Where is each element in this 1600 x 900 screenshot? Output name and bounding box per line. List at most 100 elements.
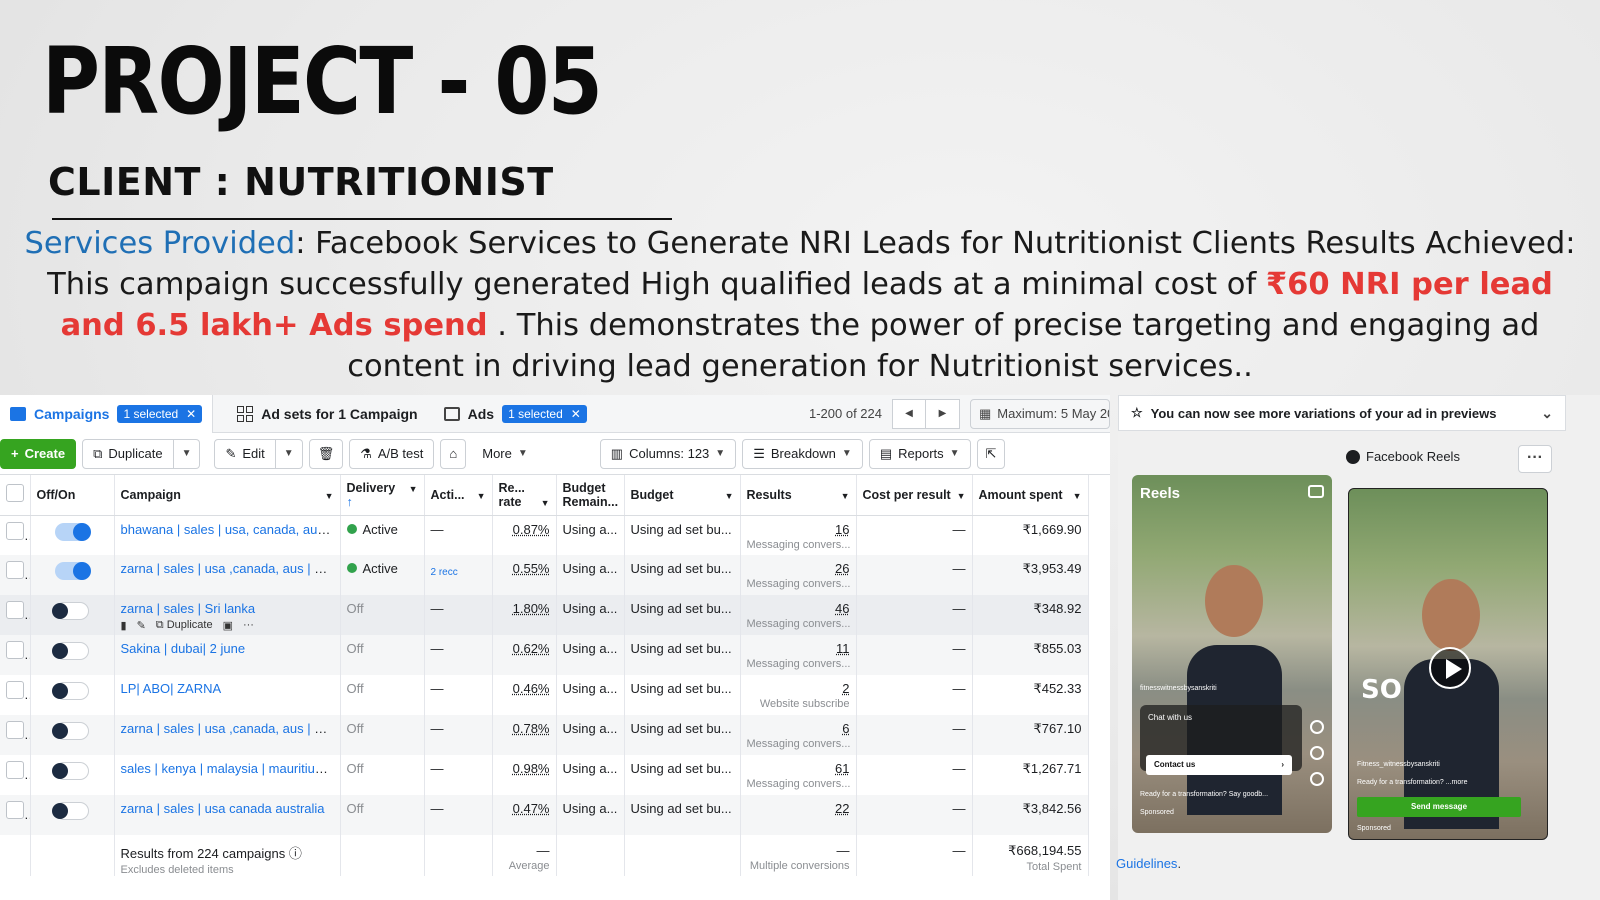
duplicate-button[interactable]: ⧉ Duplicate <box>82 438 174 469</box>
delivery-cell: Active <box>340 515 425 555</box>
campaign-name-link[interactable]: bhawana | sales | usa, canada, austr... <box>121 522 340 537</box>
row-checkbox[interactable] <box>0 755 31 795</box>
campaign-name-link[interactable]: zarna | sales | usa ,canada, aus | 27 ..… <box>121 721 340 736</box>
col-rate[interactable]: Re... rate ▼ <box>492 475 557 516</box>
col-results[interactable]: Results ▼ <box>740 475 857 516</box>
amount-cell: ₹855.03 <box>972 635 1089 675</box>
send-message-button[interactable]: Send message <box>1357 797 1521 817</box>
col-results-label: Results <box>746 487 792 502</box>
next-page-button[interactable]: ▶ <box>926 398 960 429</box>
tag-button[interactable]: ⌂ <box>440 438 467 469</box>
budget-remaining-cell: Using a... <box>556 635 625 675</box>
duplicate-dropdown[interactable]: ▼ <box>173 438 201 469</box>
campaign-toggle[interactable] <box>55 562 91 580</box>
table-row[interactable]: zarna | sales | Sri lanka ▮ ✎ ⧉ Duplicate ▣ ·… <box>0 595 1089 635</box>
ad-preview-panel: ☆ You can now see more variations of you… <box>1116 395 1600 900</box>
contact-us-button[interactable]: Contact us › <box>1146 755 1292 775</box>
col-amount-spent[interactable]: Amount spent ▼ <box>972 475 1089 516</box>
chevron-down-icon: ▼ <box>324 490 334 501</box>
col-budget-remaining[interactable]: Budget Remain... <box>556 475 625 516</box>
info-icon[interactable]: ⓘ <box>289 846 302 861</box>
selected-badge[interactable]: 1 selected ✕ <box>117 404 203 423</box>
table-row[interactable]: LP| ABO| ZARNA Off — 0.46% Using a... Us… <box>0 675 1089 715</box>
row-checkbox[interactable] <box>0 555 31 595</box>
row-checkbox[interactable] <box>0 515 31 555</box>
edit-dropdown[interactable]: ▼ <box>275 438 303 469</box>
campaign-name-link[interactable]: Sakina | dubai| 2 june <box>121 641 246 656</box>
table-row[interactable]: zarna | sales | usa canada australia Off… <box>0 795 1089 835</box>
campaign-name-link[interactable]: zarna | sales | usa canada australia <box>121 801 325 816</box>
row-checkbox[interactable] <box>0 675 31 715</box>
date-range-button[interactable]: ▦ Maximum: 5 May 20 <box>970 398 1110 429</box>
reels-preview-1[interactable]: Reels fitnesswitnessbysanskriti Chat wit… <box>1132 475 1332 833</box>
camera-icon <box>1308 485 1324 498</box>
ab-test-button[interactable]: ⚗ A/B test <box>349 438 435 469</box>
copy-icon: ⧉ <box>93 445 103 461</box>
col-amount-label: Amount spent <box>978 487 1063 502</box>
prev-page-button[interactable]: ◀ <box>892 398 926 429</box>
close-icon[interactable]: ✕ <box>186 407 196 421</box>
table-row[interactable]: sales | kenya | malaysia | mauritius| 2.… <box>0 755 1089 795</box>
edit-button[interactable]: ✎ Edit <box>214 438 276 469</box>
col-actions[interactable]: Acti... ▼ <box>424 475 493 516</box>
campaign-name-link[interactable]: zarna | sales | usa ,canada, aus | 27 ..… <box>121 561 340 576</box>
row-checkbox[interactable] <box>0 635 31 675</box>
select-all-checkbox[interactable] <box>0 475 31 516</box>
reels-preview-2[interactable]: SO Fitness_witnessbysanskriti Ready for … <box>1348 488 1548 840</box>
rate-value: 0.62% <box>512 641 550 656</box>
col-off-on[interactable]: Off/On <box>30 475 115 516</box>
create-button[interactable]: + Create <box>0 438 77 469</box>
campaign-toggle[interactable] <box>52 642 89 660</box>
more-button[interactable]: More ▼ <box>472 438 538 469</box>
columns-button[interactable]: ▥ Columns: 123 ▼ <box>599 438 737 469</box>
col-delivery[interactable]: Delivery ▼ ↑ <box>340 475 425 516</box>
tab-campaigns[interactable]: Campaigns 1 selected ✕ <box>0 394 214 433</box>
chart-icon[interactable]: ▮ <box>121 619 127 632</box>
col-campaign[interactable]: Campaign ▼ <box>114 475 341 516</box>
reports-button[interactable]: ▤ Reports ▼ <box>868 438 971 469</box>
campaign-toggle[interactable] <box>52 602 89 620</box>
recommendations-link[interactable]: 2 recc <box>431 567 486 578</box>
campaign-cell: sales | kenya | malaysia | mauritius| 2.… <box>114 755 341 795</box>
campaign-name-link[interactable]: zarna | sales | Sri lanka <box>121 601 256 616</box>
table-row[interactable]: Sakina | dubai| 2 june Off — 0.62% Using… <box>0 635 1089 675</box>
delete-button[interactable]: 🗑 <box>308 438 344 469</box>
chevron-down-icon[interactable]: ⌄ <box>1541 405 1553 422</box>
col-cost-per-result[interactable]: Cost per result ▼ <box>856 475 973 516</box>
table-row[interactable]: zarna | sales | usa ,canada, aus | 27 ..… <box>0 715 1089 755</box>
toggle-cell <box>30 755 115 795</box>
campaign-name-link[interactable]: sales | kenya | malaysia | mauritius| 2.… <box>121 761 340 776</box>
duplicate-row-button[interactable]: ⧉ Duplicate <box>156 619 213 632</box>
campaign-toggle[interactable] <box>52 722 89 740</box>
row-checkbox[interactable] <box>0 795 31 835</box>
table-row[interactable]: zarna | sales | usa ,canada, aus | 27 ..… <box>0 555 1089 595</box>
cpr-cell: — <box>856 715 973 755</box>
export-icon: ⇱ <box>985 445 997 461</box>
guidelines-link[interactable]: Guidelines. <box>1116 856 1181 871</box>
tab-ads[interactable]: Ads 1 selected ✕ <box>434 395 597 433</box>
row-checkbox[interactable] <box>0 595 31 635</box>
preview-notice[interactable]: ☆ You can now see more variations of you… <box>1118 395 1566 431</box>
campaign-name-link[interactable]: LP| ABO| ZARNA <box>121 681 222 696</box>
selected-badge[interactable]: 1 selected ✕ <box>502 404 587 423</box>
image-icon[interactable]: ▣ <box>223 619 233 632</box>
campaign-toggle[interactable] <box>52 802 89 820</box>
campaign-toggle[interactable] <box>52 762 89 780</box>
sponsored-label: Sponsored <box>1357 825 1391 832</box>
row-checkbox[interactable] <box>0 715 31 755</box>
campaign-toggle[interactable] <box>55 522 91 541</box>
breakdown-button[interactable]: ☰ Breakdown ▼ <box>742 438 863 469</box>
close-icon[interactable]: ✕ <box>571 407 581 421</box>
tab-ad-sets[interactable]: Ad sets for 1 Campaign <box>227 395 427 433</box>
more-options-button[interactable]: ··· <box>1518 445 1552 473</box>
export-button[interactable]: ⇱ <box>976 438 1006 469</box>
budget-cell: Using ad set bu... <box>624 795 741 835</box>
more-icon[interactable]: ··· <box>243 619 254 632</box>
columns-icon: ▥ <box>610 445 624 461</box>
results-cell: 16 Messaging convers... <box>740 515 857 555</box>
play-icon[interactable] <box>1429 647 1471 689</box>
pencil-icon[interactable]: ✎ <box>137 619 146 632</box>
campaign-toggle[interactable] <box>52 682 89 700</box>
table-row[interactable]: bhawana | sales | usa, canada, austr... … <box>0 515 1089 555</box>
col-budget[interactable]: Budget ▼ <box>624 475 741 516</box>
